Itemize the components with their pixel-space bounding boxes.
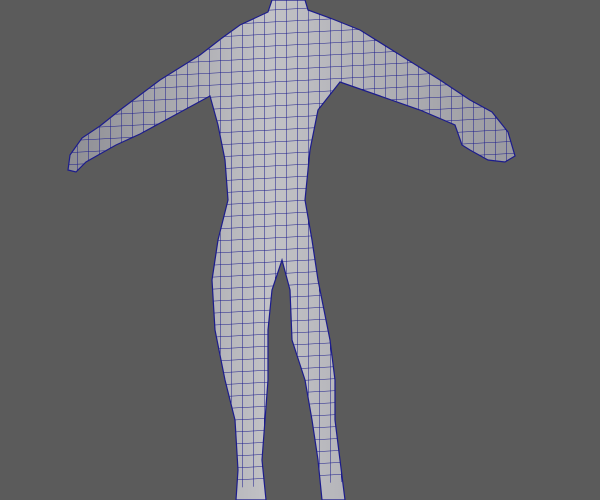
3d-viewport[interactable] [0, 0, 600, 500]
character-mesh[interactable] [0, 0, 600, 500]
viewport-canvas[interactable] [0, 0, 600, 500]
mesh-wireframe [68, 0, 515, 500]
